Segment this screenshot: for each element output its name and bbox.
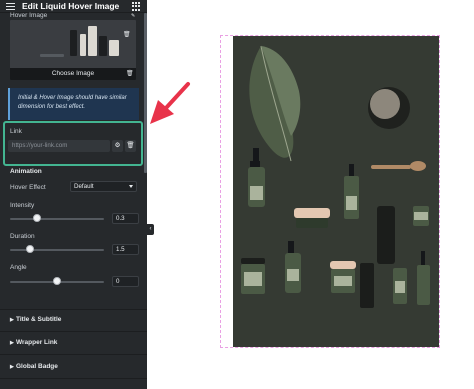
divider <box>0 309 147 310</box>
chevron-down-icon <box>129 185 133 188</box>
accordion-title-subtitle[interactable]: ▶ Title & Subtitle <box>10 316 61 323</box>
divider <box>0 331 147 332</box>
intensity-label: Intensity <box>10 202 35 209</box>
editor-panel: Edit Liquid Hover Image Hover Image ✎ 🗑 … <box>0 0 147 389</box>
hover-image-control[interactable]: 🗑 Choose Image 🗑 <box>10 20 136 80</box>
duration-slider-handle[interactable] <box>26 245 34 253</box>
panel-title: Edit Liquid Hover Image <box>22 1 120 11</box>
angle-slider-handle[interactable] <box>53 277 61 285</box>
editor-screen: Edit Liquid Hover Image Hover Image ✎ 🗑 … <box>0 0 474 389</box>
dynamic-tags-icon[interactable]: ✎ <box>131 13 135 19</box>
panel-scrollbar[interactable] <box>144 13 147 173</box>
duration-value: 1.5 <box>116 246 125 253</box>
animation-section-label: Animation <box>10 168 42 175</box>
divider <box>0 354 147 355</box>
accordion-wrapper-link[interactable]: ▶ Wrapper Link <box>10 339 57 346</box>
product-photo[interactable] <box>233 36 439 347</box>
duration-slider-track[interactable] <box>10 249 104 251</box>
hover-effect-label: Hover Effect <box>10 184 46 191</box>
accordion-global-badge-label: Global Badge <box>16 363 58 370</box>
intensity-slider-track[interactable] <box>10 218 104 220</box>
choose-image-label: Choose Image <box>51 70 95 77</box>
hover-effect-select[interactable]: Default <box>70 181 137 192</box>
product-image <box>233 36 439 347</box>
hamburger-icon[interactable] <box>6 3 15 10</box>
chevron-left-icon[interactable]: ‹ <box>147 224 154 235</box>
intensity-slider-handle[interactable] <box>33 214 41 222</box>
accordion-title-subtitle-label: Title & Subtitle <box>16 316 62 323</box>
choose-image-button[interactable]: Choose Image <box>10 68 136 80</box>
intensity-value: 0.3 <box>116 215 125 222</box>
duration-input[interactable]: 1.5 <box>112 244 139 255</box>
angle-input[interactable]: 0 <box>112 276 139 287</box>
divider <box>0 378 147 379</box>
link-input[interactable]: https://your-link.com <box>8 140 110 152</box>
link-label: Link <box>10 128 22 135</box>
grid-icon[interactable] <box>132 2 141 11</box>
hover-effect-value: Default <box>74 183 94 190</box>
duration-label: Duration <box>10 233 35 240</box>
trash-icon[interactable]: 🗑 <box>125 140 136 152</box>
hover-image-label: Hover Image <box>10 12 48 19</box>
info-notice: Initial & Hover Image should have simila… <box>8 88 139 120</box>
accordion-global-badge[interactable]: ▶ Global Badge <box>10 363 58 370</box>
angle-label: Angle <box>10 264 27 271</box>
accordion-wrapper-link-label: Wrapper Link <box>16 339 58 346</box>
hover-image-preview <box>10 20 136 68</box>
trash-icon[interactable]: 🗑 <box>123 31 131 38</box>
notice-text: Initial & Hover Image should have simila… <box>18 95 127 110</box>
gear-icon[interactable]: ⚙ <box>112 140 123 152</box>
angle-value: 0 <box>116 278 120 285</box>
intensity-input[interactable]: 0.3 <box>112 213 139 224</box>
trash-icon[interactable]: 🗑 <box>126 70 134 77</box>
link-placeholder: https://your-link.com <box>12 142 68 149</box>
